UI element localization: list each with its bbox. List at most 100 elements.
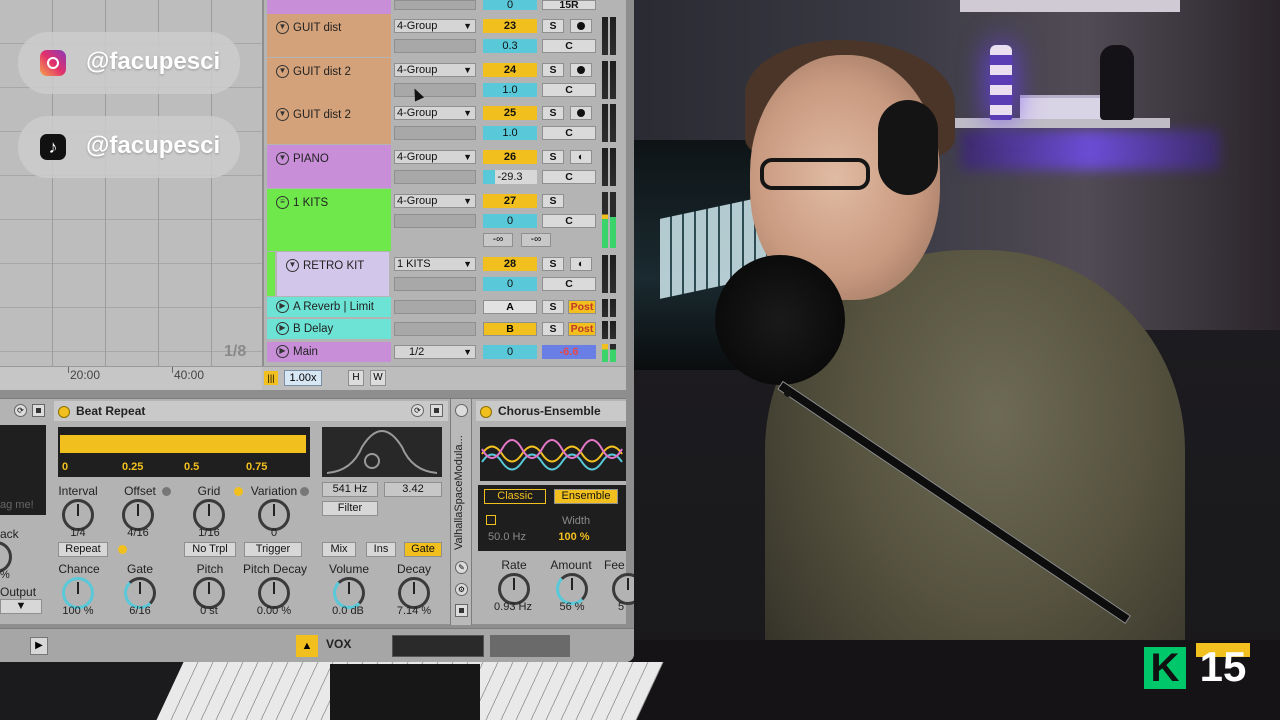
return-track-a[interactable]: ▶ A Reverb | Limit A S Post (264, 297, 626, 319)
track-title-bar[interactable]: ▼ RETRO KIT (277, 252, 389, 296)
io-icon[interactable]: ||| (264, 371, 278, 385)
output-select[interactable]: ▼ (0, 599, 42, 614)
track-activator[interactable]: 27 (483, 194, 537, 208)
device-overview[interactable] (392, 635, 484, 657)
repeat-button[interactable]: Repeat (58, 542, 108, 557)
device-save-icon[interactable] (455, 604, 468, 617)
trigger-select[interactable]: Trigger (244, 542, 302, 557)
track-volume[interactable]: 0 (483, 277, 537, 291)
time-ruler[interactable]: 20:00 40:00 (0, 366, 262, 390)
track-title-bar[interactable]: ≡ 1 KITS (267, 189, 391, 251)
classic-mode-button[interactable]: Classic (484, 489, 546, 504)
peak-right[interactable]: -∞ (521, 233, 551, 247)
solo-button[interactable]: S (542, 63, 564, 77)
cue-button[interactable]: C (542, 277, 596, 291)
track-activator[interactable]: 23 (483, 19, 537, 33)
gate-button[interactable]: Gate (404, 542, 442, 557)
output-routing-select[interactable]: 4-Group (394, 63, 476, 77)
track-volume[interactable]: 1.0 (483, 126, 537, 140)
device-save-icon[interactable] (430, 404, 443, 417)
main-output-select[interactable]: 1/2 (394, 345, 476, 359)
track-piano[interactable]: ▼ PIANO 4-Group 26 -29.3 S ◐ C (264, 145, 626, 188)
post-button[interactable]: Post (568, 322, 596, 336)
filter-button[interactable]: Filter (322, 501, 378, 516)
return-track-b[interactable]: ▶ B Delay B S Post (264, 319, 626, 341)
fold-icon[interactable]: ▶ (276, 345, 289, 358)
solo-button[interactable]: S (542, 322, 564, 336)
track-title-bar[interactable]: ▶ B Delay (267, 319, 391, 339)
midi-monitor-icon[interactable]: ◐ (570, 150, 592, 164)
track-title-bar[interactable]: ▼ GUIT dist (267, 14, 391, 57)
ensemble-mode-button[interactable]: Ensemble (554, 489, 618, 504)
track-activator[interactable]: 25 (483, 106, 537, 120)
sub-routing-select[interactable] (394, 277, 476, 291)
track-title-bar[interactable]: ▶ Main (267, 342, 391, 362)
track-retro-kit[interactable]: ▼ RETRO KIT 1 KITS 28 0 S ◐ C (264, 252, 626, 296)
output-routing-select[interactable]: 4-Group (394, 194, 476, 208)
ins-button[interactable]: Ins (366, 542, 396, 557)
track-activator[interactable]: 26 (483, 150, 537, 164)
settings-icon[interactable]: ⚙ (455, 583, 468, 596)
solo-button[interactable]: S (542, 150, 564, 164)
cue-button[interactable]: C (542, 214, 596, 228)
track-title-bar[interactable]: ▼ GUIT dist 2 (267, 101, 391, 144)
output-routing-select[interactable]: 4-Group (394, 150, 476, 164)
w-button[interactable]: W (370, 370, 386, 386)
cue-button[interactable]: C (542, 170, 596, 184)
track-guit-dist-2[interactable]: ▼ GUIT dist 2 4-Group 24 1.0 S C (264, 58, 626, 101)
post-button[interactable]: Post (568, 300, 596, 314)
fold-icon[interactable]: ▼ (276, 152, 289, 165)
mix-button[interactable]: Mix (322, 542, 356, 557)
track-activator[interactable]: 28 (483, 257, 537, 271)
edit-icon[interactable]: ✎ (455, 561, 468, 574)
device-on-icon[interactable] (58, 405, 70, 418)
output-routing-select[interactable] (394, 322, 476, 336)
track-activator[interactable]: 24 (483, 63, 537, 77)
track-volume[interactable]: 0 (483, 0, 537, 11)
return-letter[interactable]: A (483, 300, 537, 314)
solo-button[interactable]: S (542, 257, 564, 271)
device-settings-icon[interactable]: ⟳ (14, 404, 27, 417)
no-trpl-select[interactable]: No Trpl (184, 542, 236, 557)
sub-routing-select[interactable] (394, 83, 476, 97)
chorus-header[interactable]: Chorus-Ensemble (476, 401, 626, 421)
track-color-icon[interactable]: ▲ (296, 635, 318, 657)
fold-icon[interactable]: ▼ (276, 21, 289, 34)
sub-routing-select[interactable] (394, 214, 476, 228)
arm-button[interactable] (570, 63, 592, 77)
beat-repeat-grid-display[interactable]: 0 0.25 0.5 0.75 (58, 427, 310, 477)
sub-routing-select[interactable] (394, 39, 476, 53)
valhalla-device-collapsed[interactable]: ValhallaSpaceModula... ✎ ⚙ (450, 399, 472, 625)
output-routing-select[interactable]: 1 KITS (394, 257, 476, 271)
play-icon[interactable]: ▶ (30, 637, 48, 655)
fold-icon[interactable]: ▶ (276, 300, 289, 313)
zoom-field[interactable]: 1.00x (284, 370, 322, 386)
width-value[interactable]: 100 % (552, 531, 596, 543)
beat-repeat-header[interactable]: Beat Repeat (54, 401, 448, 421)
main-track[interactable]: ▶ Main 1/2 0 -6.6 (264, 342, 626, 364)
solo-button[interactable]: S (542, 19, 564, 33)
filter-width[interactable]: 3.42 (384, 482, 442, 497)
cue-button[interactable]: C (542, 39, 596, 53)
sub-routing-select[interactable] (394, 170, 476, 184)
peak-left[interactable]: -∞ (483, 233, 513, 247)
track-volume[interactable]: 0.3 (483, 39, 537, 53)
pan-readout[interactable]: 15R (542, 0, 596, 10)
cue-button[interactable]: C (542, 83, 596, 97)
track-title-bar[interactable]: ▼ GUIT dist 2 (267, 58, 391, 101)
solo-button[interactable]: S (542, 194, 564, 208)
filter-freq[interactable]: 541 Hz (322, 482, 378, 497)
track-guit-dist-2-b[interactable]: ▼ GUIT dist 2 4-Group 25 1.0 S C (264, 101, 626, 144)
sub-routing-select[interactable] (394, 126, 476, 140)
input-box[interactable] (394, 0, 476, 10)
track-volume[interactable]: 0 (483, 214, 537, 228)
arrangement-view[interactable]: @facupesci ♪ @facupesci 1/8 (0, 0, 262, 366)
device-on-icon[interactable] (455, 404, 468, 417)
fold-icon[interactable]: ▼ (286, 259, 299, 272)
track-1-kits[interactable]: ≡ 1 KITS 4-Group 27 0 S C -∞ -∞ (264, 189, 626, 251)
track-title-bar[interactable]: ▶ A Reverb | Limit (267, 297, 391, 317)
output-routing-select[interactable]: 4-Group (394, 19, 476, 33)
fold-icon[interactable]: ▼ (276, 108, 289, 121)
device-save-icon[interactable] (32, 404, 45, 417)
main-volume[interactable]: 0 (483, 345, 537, 359)
